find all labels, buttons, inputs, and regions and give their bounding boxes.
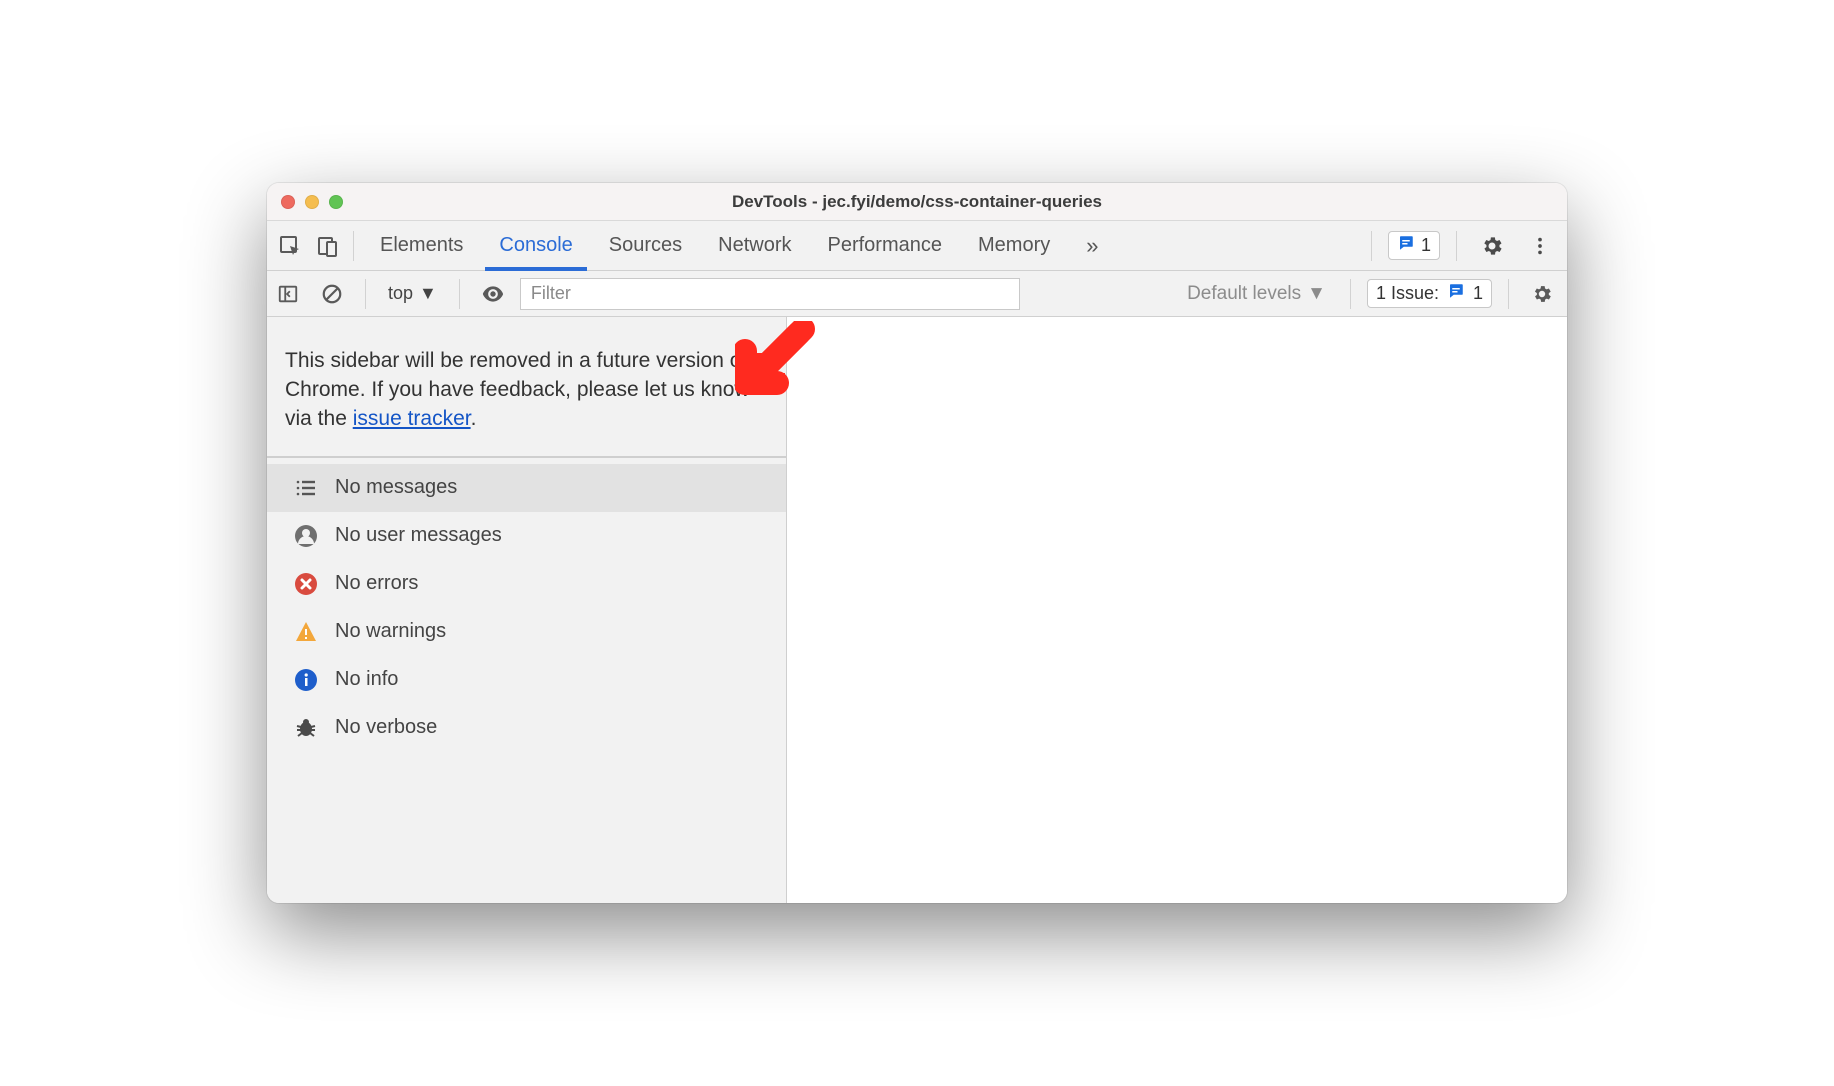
- issue-tracker-link[interactable]: issue tracker: [353, 407, 471, 430]
- bug-icon: [293, 715, 319, 741]
- messages-count: 1: [1421, 235, 1431, 256]
- sidebar-item-label: No messages: [335, 476, 457, 499]
- sidebar-item-label: No warnings: [335, 620, 446, 643]
- close-window-button[interactable]: [281, 195, 295, 209]
- tab-memory[interactable]: Memory: [960, 221, 1068, 270]
- user-icon: [293, 523, 319, 549]
- warning-icon: [293, 619, 319, 645]
- tab-elements[interactable]: Elements: [362, 221, 481, 270]
- tab-overflow[interactable]: »: [1068, 221, 1116, 270]
- levels-label: Default levels: [1187, 283, 1301, 305]
- sidebar-item-label: No info: [335, 668, 398, 691]
- sidebar-item-verbose[interactable]: No verbose: [267, 704, 786, 752]
- error-icon: [293, 571, 319, 597]
- main-area: This sidebar will be removed in a future…: [267, 317, 1567, 903]
- deprecation-notice: This sidebar will be removed in a future…: [267, 317, 786, 458]
- toggle-sidebar-icon[interactable]: [271, 277, 305, 311]
- live-expression-icon[interactable]: [476, 277, 510, 311]
- tab-label: Elements: [380, 234, 463, 257]
- chevrons-icon: »: [1086, 233, 1098, 259]
- divider: [1508, 279, 1509, 309]
- window-title: DevTools - jec.fyi/demo/css-container-qu…: [267, 192, 1567, 212]
- divider: [1371, 231, 1372, 261]
- issues-pill[interactable]: 1 Issue: 1: [1367, 279, 1492, 308]
- sidebar-item-label: No verbose: [335, 716, 437, 739]
- messages-badge[interactable]: 1: [1388, 231, 1440, 260]
- clear-console-icon[interactable]: [315, 277, 349, 311]
- minimize-window-button[interactable]: [305, 195, 319, 209]
- device-toolbar-icon[interactable]: [309, 227, 347, 265]
- dropdown-icon: ▼: [1307, 283, 1326, 305]
- tab-network[interactable]: Network: [700, 221, 809, 270]
- divider: [459, 279, 460, 309]
- sidebar-item-info[interactable]: No info: [267, 656, 786, 704]
- context-label: top: [388, 283, 413, 304]
- sidebar-filter-list: No messages No user messages No errors: [267, 458, 786, 758]
- console-output-pane[interactable]: ›: [787, 317, 1567, 903]
- list-icon: [293, 475, 319, 501]
- devtools-window: DevTools - jec.fyi/demo/css-container-qu…: [267, 183, 1567, 903]
- tab-console[interactable]: Console: [481, 221, 590, 270]
- dropdown-icon: ▼: [419, 283, 437, 304]
- issues-prefix: 1 Issue:: [1376, 283, 1439, 304]
- settings-icon[interactable]: [1473, 227, 1511, 265]
- divider: [1456, 231, 1457, 261]
- sidebar-item-label: No errors: [335, 572, 418, 595]
- sidebar-item-label: No user messages: [335, 524, 502, 547]
- kebab-menu-icon[interactable]: [1521, 227, 1559, 265]
- sidebar-item-warnings[interactable]: No warnings: [267, 608, 786, 656]
- console-sidebar: This sidebar will be removed in a future…: [267, 317, 787, 903]
- window-controls: [281, 195, 343, 209]
- inspect-element-icon[interactable]: [271, 227, 309, 265]
- console-prompt-icon: ›: [801, 325, 808, 350]
- tab-label: Network: [718, 234, 791, 257]
- tab-label: Performance: [828, 234, 943, 257]
- divider: [353, 231, 354, 261]
- info-icon: [293, 667, 319, 693]
- message-icon: [1447, 282, 1465, 305]
- zoom-window-button[interactable]: [329, 195, 343, 209]
- context-selector[interactable]: top ▼: [382, 283, 443, 304]
- tab-label: Sources: [609, 234, 682, 257]
- sidebar-item-user-messages[interactable]: No user messages: [267, 512, 786, 560]
- tab-label: Console: [499, 234, 572, 257]
- message-icon: [1397, 234, 1415, 257]
- divider: [365, 279, 366, 309]
- divider: [1350, 279, 1351, 309]
- titlebar: DevTools - jec.fyi/demo/css-container-qu…: [267, 183, 1567, 221]
- sidebar-item-errors[interactable]: No errors: [267, 560, 786, 608]
- console-settings-icon[interactable]: [1525, 277, 1559, 311]
- tab-performance[interactable]: Performance: [810, 221, 961, 270]
- console-toolbar: top ▼ Default levels ▼ 1 Issue: 1: [267, 271, 1567, 317]
- tab-label: Memory: [978, 234, 1050, 257]
- panel-tabbar: Elements Console Sources Network Perform…: [267, 221, 1567, 271]
- tab-sources[interactable]: Sources: [591, 221, 700, 270]
- issues-count: 1: [1473, 283, 1483, 304]
- log-levels-selector[interactable]: Default levels ▼: [1179, 283, 1334, 305]
- filter-input[interactable]: [520, 278, 1020, 310]
- notice-text-post: .: [471, 407, 477, 430]
- panel-tabs: Elements Console Sources Network Perform…: [362, 221, 1116, 270]
- sidebar-item-messages[interactable]: No messages: [267, 464, 786, 512]
